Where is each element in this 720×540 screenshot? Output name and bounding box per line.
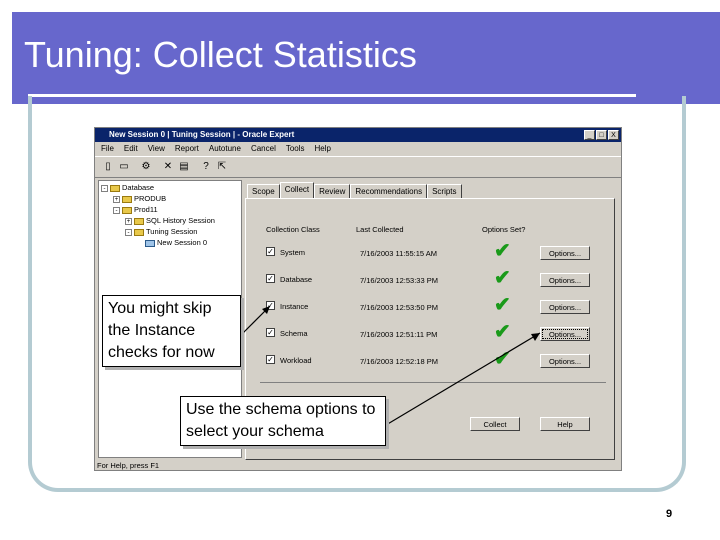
schema-arrow [385,332,541,426]
page-number: 9 [666,508,673,520]
callout-instance: You might skip the Instance checks for n… [102,295,241,367]
callout-schema: Use the schema options to select your sc… [180,396,386,446]
callout-arrows [240,305,541,426]
